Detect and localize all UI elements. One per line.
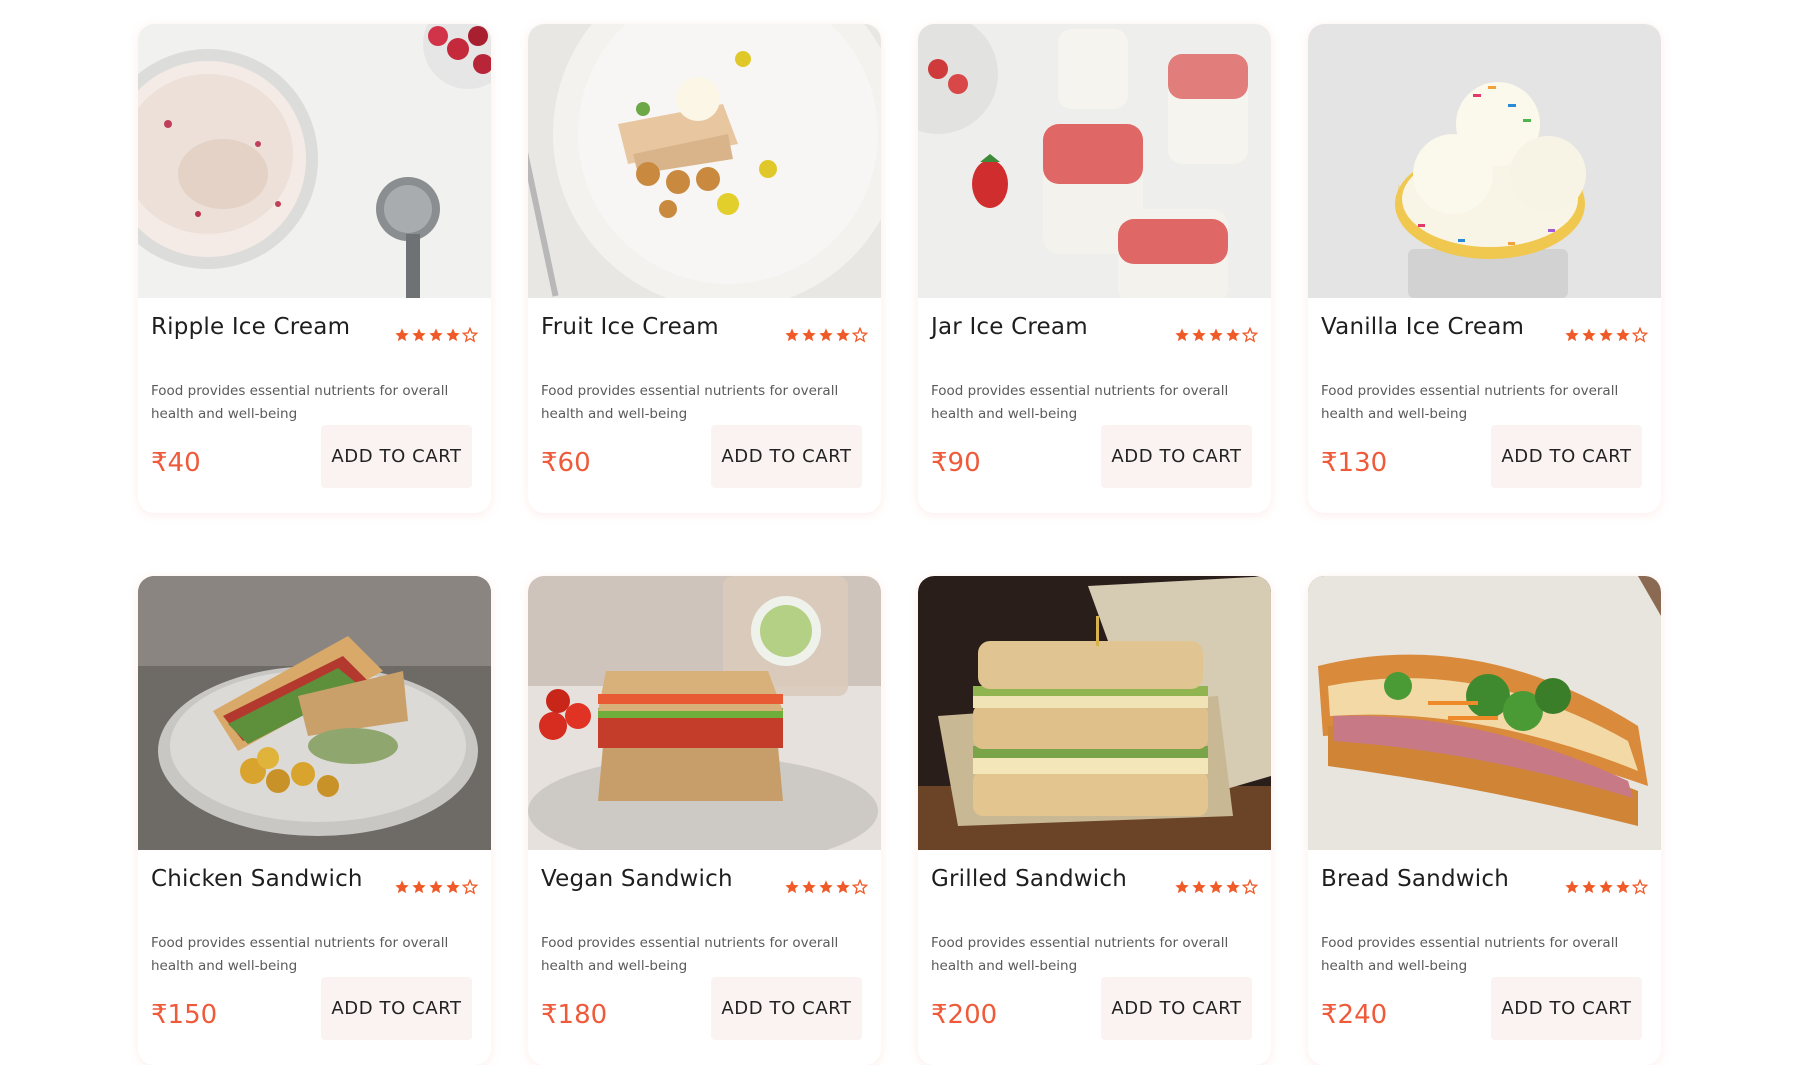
star-filled-icon: [1226, 880, 1240, 894]
product-price: ₹150: [151, 1000, 218, 1030]
product-image[interactable]: [918, 24, 1271, 298]
product-price: ₹90: [931, 448, 981, 478]
product-price: ₹130: [1321, 448, 1388, 478]
star-empty-icon: [1632, 879, 1648, 895]
star-filled-icon: [1616, 328, 1630, 342]
star-rating: [1564, 327, 1648, 343]
star-rating: [784, 327, 868, 343]
star-empty-icon: [462, 879, 478, 895]
star-filled-icon: [785, 880, 799, 894]
star-filled-icon: [1565, 328, 1579, 342]
product-description: Food provides essential nutrients for ov…: [931, 383, 1229, 422]
product-image[interactable]: [138, 576, 491, 850]
product-card: Grilled Sandwich Food provides essential…: [918, 576, 1271, 1065]
product-description: Food provides essential nutrients for ov…: [1321, 383, 1619, 422]
star-empty-icon: [1632, 327, 1648, 343]
star-filled-icon: [1599, 328, 1613, 342]
product-card: Bread Sandwich Food provides essential n…: [1308, 576, 1661, 1065]
add-to-cart-button[interactable]: ADD TO CART: [321, 425, 472, 488]
product-image[interactable]: [528, 24, 881, 298]
star-filled-icon: [1226, 328, 1240, 342]
product-title: Jar Ice Cream: [931, 314, 1088, 340]
star-filled-icon: [802, 328, 816, 342]
star-filled-icon: [395, 880, 409, 894]
star-rating: [1174, 327, 1258, 343]
star-filled-icon: [429, 328, 443, 342]
product-description: Food provides essential nutrients for ov…: [151, 935, 449, 974]
product-title: Chicken Sandwich: [151, 866, 363, 892]
star-rating: [1174, 879, 1258, 895]
star-empty-icon: [1242, 327, 1258, 343]
product-image[interactable]: [528, 576, 881, 850]
star-filled-icon: [446, 328, 460, 342]
star-empty-icon: [1242, 879, 1258, 895]
star-filled-icon: [1192, 328, 1206, 342]
product-image[interactable]: [918, 576, 1271, 850]
product-title: Fruit Ice Cream: [541, 314, 719, 340]
product-price: ₹180: [541, 1000, 608, 1030]
product-card: Ripple Ice Cream Food provides essential…: [138, 24, 491, 513]
star-filled-icon: [1209, 880, 1223, 894]
add-to-cart-button[interactable]: ADD TO CART: [1101, 425, 1252, 488]
product-description: Food provides essential nutrients for ov…: [931, 935, 1229, 974]
star-filled-icon: [1616, 880, 1630, 894]
product-price: ₹60: [541, 448, 591, 478]
star-filled-icon: [785, 328, 799, 342]
star-filled-icon: [1582, 880, 1596, 894]
product-price: ₹40: [151, 448, 201, 478]
add-to-cart-button[interactable]: ADD TO CART: [1491, 977, 1642, 1040]
star-rating: [784, 879, 868, 895]
star-filled-icon: [412, 328, 426, 342]
product-title: Vegan Sandwich: [541, 866, 733, 892]
product-card: Fruit Ice Cream Food provides essential …: [528, 24, 881, 513]
star-filled-icon: [836, 880, 850, 894]
star-filled-icon: [819, 328, 833, 342]
star-filled-icon: [1175, 880, 1189, 894]
star-filled-icon: [1209, 328, 1223, 342]
product-grid: Ripple Ice Cream Food provides essential…: [138, 24, 1661, 1065]
star-empty-icon: [852, 879, 868, 895]
product-card: Chicken Sandwich Food provides essential…: [138, 576, 491, 1065]
product-title: Vanilla Ice Cream: [1321, 314, 1525, 340]
star-filled-icon: [1175, 328, 1189, 342]
product-description: Food provides essential nutrients for ov…: [1321, 935, 1619, 974]
star-empty-icon: [852, 327, 868, 343]
product-price: ₹200: [931, 1000, 998, 1030]
product-price: ₹240: [1321, 1000, 1388, 1030]
star-filled-icon: [395, 328, 409, 342]
star-empty-icon: [462, 327, 478, 343]
add-to-cart-button[interactable]: ADD TO CART: [711, 425, 862, 488]
product-description: Food provides essential nutrients for ov…: [541, 383, 839, 422]
product-image[interactable]: [1308, 24, 1661, 298]
star-filled-icon: [819, 880, 833, 894]
product-description: Food provides essential nutrients for ov…: [151, 383, 449, 422]
star-filled-icon: [802, 880, 816, 894]
star-filled-icon: [1599, 880, 1613, 894]
product-title: Ripple Ice Cream: [151, 314, 351, 340]
add-to-cart-button[interactable]: ADD TO CART: [1491, 425, 1642, 488]
star-filled-icon: [429, 880, 443, 894]
star-filled-icon: [1582, 328, 1596, 342]
product-title: Grilled Sandwich: [931, 866, 1128, 892]
add-to-cart-button[interactable]: ADD TO CART: [321, 977, 472, 1040]
star-rating: [394, 327, 478, 343]
star-rating: [1564, 879, 1648, 895]
star-filled-icon: [446, 880, 460, 894]
star-rating: [394, 879, 478, 895]
add-to-cart-button[interactable]: ADD TO CART: [1101, 977, 1252, 1040]
product-image[interactable]: [1308, 576, 1661, 850]
product-card: Vegan Sandwich Food provides essential n…: [528, 576, 881, 1065]
star-filled-icon: [836, 328, 850, 342]
product-title: Bread Sandwich: [1321, 866, 1509, 892]
product-image[interactable]: [138, 24, 491, 298]
product-card: Vanilla Ice Cream Food provides essentia…: [1308, 24, 1661, 513]
product-description: Food provides essential nutrients for ov…: [541, 935, 839, 974]
star-filled-icon: [1565, 880, 1579, 894]
star-filled-icon: [412, 880, 426, 894]
product-card: Jar Ice Cream Food provides essential nu…: [918, 24, 1271, 513]
add-to-cart-button[interactable]: ADD TO CART: [711, 977, 862, 1040]
star-filled-icon: [1192, 880, 1206, 894]
